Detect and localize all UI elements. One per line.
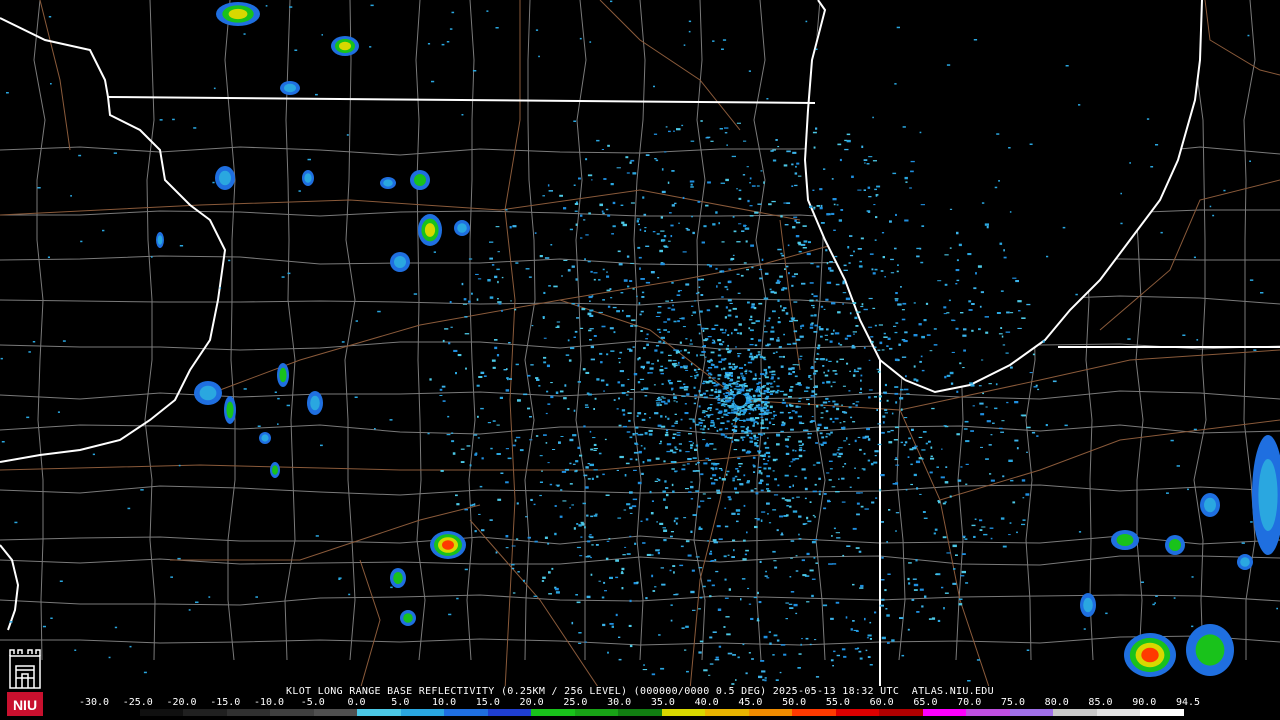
storm-cell [216,2,260,26]
storm-cell [215,166,235,190]
storm-cell [410,170,430,190]
colorbar-segment [313,709,358,716]
colorbar-tick-label: 75.0 [1000,697,1025,708]
storm-cell [331,36,359,56]
colorbar-segment [705,709,749,716]
storm-cell [390,252,410,272]
colorbar-segment [1096,709,1141,716]
colorbar-tick-label: -30.0 [78,697,110,708]
colorbar-tick-label: 70.0 [957,697,982,708]
colorbar-segment [96,709,140,716]
colorbar-tick-label: 60.0 [869,697,894,708]
colorbar-tick-label: 85.0 [1088,697,1113,708]
storm-cell [418,214,442,246]
colorbar-tick-label: 25.0 [563,697,588,708]
colorbar-segment [748,709,793,716]
storm-cell [1237,554,1253,570]
product-caption: KLOT LONG RANGE BASE REFLECTIVITY (0.25K… [286,686,994,697]
colorbar-segment [574,709,619,716]
colorbar-tick-label: -10.0 [253,697,285,708]
storm-cell [1200,493,1220,517]
storm-cell [400,610,416,626]
colorbar-tick-label: -15.0 [210,697,241,708]
colorbar-segment [922,709,967,716]
colorbar-tick-label: 90.0 [1132,697,1157,708]
storm-cell [307,391,323,415]
storm-cell [1080,593,1096,617]
colorbar-tick-label: 35.0 [650,697,675,708]
colorbar-segment [357,709,401,716]
colorbar-tick-label: 50.0 [782,697,807,708]
colorbar-segment [400,709,445,716]
colorbar-segment [835,709,880,716]
colorbar-tick-label: -5.0 [300,697,325,708]
storm-cell [1186,624,1234,676]
castle-icon [9,649,41,689]
storm-cell [259,432,271,444]
storm-cell [1111,530,1139,550]
colorbar-segment [1140,709,1184,716]
radar-map [0,0,1280,686]
colorbar-labels: -30.0 -25.0 -20.0 -15.0 -10.0 -5.0 0.0 5.0 10.0 1… [79,697,1200,708]
storm-cell [280,81,300,95]
colorbar-tick-label: 5.0 [391,697,410,708]
storm-cell [156,232,164,248]
colorbar-segment [661,709,706,716]
colorbar-tick-label: 0.0 [347,697,366,708]
colorbar-tick-label: -25.0 [122,697,153,708]
storm-cell [390,568,406,588]
colorbar-tick-label: 30.0 [607,697,632,708]
colorbar-tick-label: 94.5 [1175,697,1201,708]
footer: KLOT LONG RANGE BASE REFLECTIVITY (0.25K… [0,686,1280,720]
storm-cell [1165,535,1185,555]
storm-cell [454,220,470,236]
colorbar [96,709,1184,716]
storm-cell [430,531,466,559]
storm-cell [380,177,396,189]
colorbar-segment [792,709,836,716]
niu-logo: NIU [7,649,43,716]
colorbar-tick-label: 10.0 [432,697,457,708]
colorbar-segment [183,709,227,716]
colorbar-tick-label: 65.0 [913,697,938,708]
colorbar-segment [139,709,184,716]
colorbar-segment [444,709,488,716]
colorbar-tick-label: 80.0 [1044,697,1069,708]
colorbar-segment [966,709,1010,716]
colorbar-segment [1053,709,1097,716]
colorbar-segment [487,709,532,716]
colorbar-tick-label: 15.0 [475,697,500,708]
colorbar-segment [531,709,575,716]
storm-cell [1124,633,1176,677]
niu-logo-text: NIU [13,697,37,713]
colorbar-tick-label: 45.0 [738,697,763,708]
colorbar-segment [879,709,923,716]
storm-cell [277,363,289,387]
colorbar-tick-label: 20.0 [519,697,544,708]
colorbar-tick-label: -20.0 [166,697,197,708]
colorbar-segment [270,709,314,716]
colorbar-segment [1009,709,1054,716]
colorbar-tick-label: 40.0 [694,697,719,708]
storm-cell [302,170,314,186]
storm-cell [224,396,236,424]
colorbar-tick-label: 55.0 [825,697,850,708]
colorbar-segment [618,709,662,716]
colorbar-segment [226,709,271,716]
storm-cell [270,462,280,478]
storm-cell [194,381,222,405]
